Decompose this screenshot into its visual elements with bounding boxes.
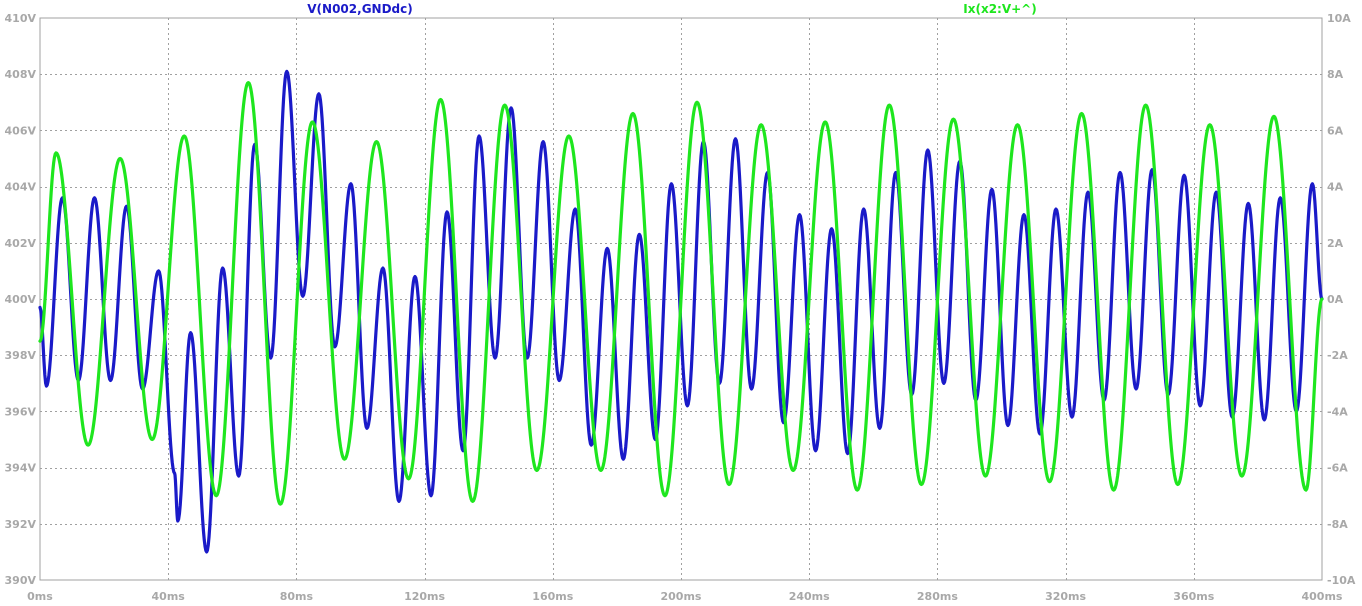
y-left-tick-label: 404V — [5, 181, 37, 194]
y-left-tick-label: 408V — [5, 68, 37, 81]
y-right-tick-label: 0A — [1327, 293, 1344, 306]
x-tick-label: 160ms — [532, 590, 573, 603]
y-left-tick-label: 400V — [5, 293, 37, 306]
y-left-tick-label: 402V — [5, 237, 37, 250]
trace-labels[interactable]: V(N002,GNDdc) Ix(x2:V+^) — [307, 2, 1036, 16]
x-tick-label: 320ms — [1045, 590, 1086, 603]
y-right-tick-label: -4A — [1327, 405, 1348, 418]
series-line-ix-x2-v[interactable] — [38, 81, 1324, 506]
trace-label-2[interactable]: Ix(x2:V+^) — [963, 2, 1036, 16]
trace-label-1[interactable]: V(N002,GNDdc) — [307, 2, 412, 16]
x-tick-label: 120ms — [404, 590, 445, 603]
y-right-tick-label: 4A — [1327, 181, 1344, 194]
x-tick-label: 280ms — [917, 590, 958, 603]
x-tick-label: 240ms — [789, 590, 830, 603]
y-left-tick-label: 406V — [5, 124, 37, 137]
y-right-tick-label: 10A — [1327, 12, 1351, 25]
y-left-tick-label: 398V — [5, 349, 37, 362]
y-right-tick-label: -8A — [1327, 518, 1348, 531]
x-tick-label: 200ms — [661, 590, 702, 603]
x-tick-label: 360ms — [1173, 590, 1214, 603]
x-tick-label: 80ms — [280, 590, 314, 603]
y-left-tick-label: 394V — [5, 462, 37, 475]
y-right-tick-label: -6A — [1327, 462, 1348, 475]
waveform-plot[interactable]: 0ms 40ms 80ms 120ms 160ms 200ms 240ms 280ms 320m… — [0, 0, 1362, 606]
y-right-tick-label: -10A — [1327, 574, 1356, 587]
y-right-tick-label: 6A — [1327, 124, 1344, 137]
x-tick-label: 400ms — [1302, 590, 1343, 603]
y-left-tick-label: 392V — [5, 518, 37, 531]
x-tick-label: 0ms — [27, 590, 53, 603]
y-left-tick-label: 390V — [5, 574, 37, 587]
y-right-tick-label: -2A — [1327, 349, 1348, 362]
y-right-tick-label: 8A — [1327, 68, 1344, 81]
x-tick-label: 40ms — [152, 590, 186, 603]
y-right-tick-label: 2A — [1327, 237, 1344, 250]
y-left-tick-label: 410V — [5, 12, 37, 25]
y-left-tick-label: 396V — [5, 405, 37, 418]
